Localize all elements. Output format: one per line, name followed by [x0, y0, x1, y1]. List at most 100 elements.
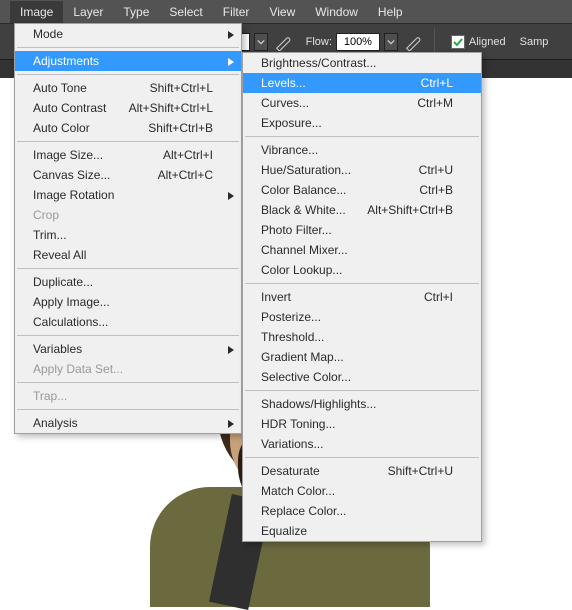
flow-label: Flow:	[306, 36, 332, 48]
adjustments-channel-mixer[interactable]: Channel Mixer...	[243, 240, 481, 260]
menu-item-label: Auto Tone	[33, 81, 87, 95]
menu-item-label: Selective Color...	[261, 370, 351, 384]
image-menu-separator	[17, 268, 239, 269]
image-menu-duplicate[interactable]: Duplicate...	[15, 272, 241, 292]
adjustments-color-balance[interactable]: Color Balance...Ctrl+B	[243, 180, 481, 200]
menu-item-label: Channel Mixer...	[261, 243, 348, 257]
image-menu-auto-tone[interactable]: Auto Tone Shift+Ctrl+L	[15, 78, 241, 98]
adjustments-black-white[interactable]: Black & White...Alt+Shift+Ctrl+B	[243, 200, 481, 220]
menu-item-label: Crop	[33, 208, 59, 222]
opacity-pressure-icon[interactable]	[272, 31, 294, 53]
adjustments-separator	[245, 136, 479, 137]
menu-item-label: Replace Color...	[261, 504, 346, 518]
menu-item-label: Mode	[33, 27, 63, 41]
image-menu-trap: Trap...	[15, 386, 241, 406]
menubar-item-help[interactable]: Help	[368, 1, 413, 23]
image-menu-calculations[interactable]: Calculations...	[15, 312, 241, 332]
menu-item-label: Variations...	[261, 437, 323, 451]
image-menu-auto-color[interactable]: Auto ColorShift+Ctrl+B	[15, 118, 241, 138]
menubar: ImageLayerTypeSelectFilterViewWindowHelp	[0, 0, 572, 23]
menu-item-label: Apply Data Set...	[33, 362, 123, 376]
image-menu-separator	[17, 74, 239, 75]
menu-item-label: Photo Filter...	[261, 223, 332, 237]
image-menu-separator	[17, 382, 239, 383]
adjustments-selective-color[interactable]: Selective Color...	[243, 367, 481, 387]
adjustments-hue-saturation[interactable]: Hue/Saturation...Ctrl+U	[243, 160, 481, 180]
submenu-arrow-icon	[227, 190, 235, 204]
menu-item-label: Color Balance...	[261, 183, 346, 197]
adjustments-photo-filter[interactable]: Photo Filter...	[243, 220, 481, 240]
menubar-item-view[interactable]: View	[259, 1, 305, 23]
adjustments-levels[interactable]: Levels...Ctrl+L	[243, 73, 481, 93]
adjustments-desaturate[interactable]: DesaturateShift+Ctrl+U	[243, 461, 481, 481]
menu-item-label: Duplicate...	[33, 275, 93, 289]
image-menu-canvas-size[interactable]: Canvas Size... Alt+Ctrl+C	[15, 165, 241, 185]
image-menu-reveal-all[interactable]: Reveal All	[15, 245, 241, 265]
image-menu-apply-image[interactable]: Apply Image...	[15, 292, 241, 312]
menubar-item-type[interactable]: Type	[113, 1, 159, 23]
image-menu-separator	[17, 47, 239, 48]
menu-item-label: Variables	[33, 342, 82, 356]
adjustments-color-lookup[interactable]: Color Lookup...	[243, 260, 481, 280]
adjustments-separator	[245, 457, 479, 458]
adjustments-shadows-highlights[interactable]: Shadows/Highlights...	[243, 394, 481, 414]
image-menu-image-size[interactable]: Image Size...Alt+Ctrl+I	[15, 145, 241, 165]
image-menu-adjustments[interactable]: Adjustments	[15, 51, 241, 71]
menubar-item-window[interactable]: Window	[305, 1, 368, 23]
flow-dropdown-icon[interactable]	[384, 33, 398, 51]
menubar-item-layer[interactable]: Layer	[63, 1, 113, 23]
menubar-item-image[interactable]: Image	[10, 1, 63, 23]
menu-item-label: Brightness/Contrast...	[261, 56, 376, 70]
menu-item-shortcut: Shift+Ctrl+B	[148, 121, 213, 135]
menubar-item-select[interactable]: Select	[159, 1, 212, 23]
menu-item-label: Trap...	[33, 389, 67, 403]
adjustments-curves[interactable]: Curves...Ctrl+M	[243, 93, 481, 113]
menu-item-label: Apply Image...	[33, 295, 110, 309]
menu-item-shortcut: Shift+Ctrl+L	[150, 81, 213, 95]
adjustments-equalize[interactable]: Equalize	[243, 521, 481, 541]
adjustments-posterize[interactable]: Posterize...	[243, 307, 481, 327]
adjustments-invert[interactable]: InvertCtrl+I	[243, 287, 481, 307]
opacity-dropdown-icon[interactable]	[254, 33, 268, 51]
adjustments-exposure[interactable]: Exposure...	[243, 113, 481, 133]
menu-item-label: Gradient Map...	[261, 350, 344, 364]
menu-item-label: Canvas Size...	[33, 168, 110, 182]
menu-item-label: Threshold...	[261, 330, 324, 344]
menu-item-label: Match Color...	[261, 484, 335, 498]
menu-item-shortcut: Ctrl+I	[424, 290, 453, 304]
image-menu-separator	[17, 141, 239, 142]
airbrush-icon[interactable]	[402, 31, 424, 53]
adjustments-brightness-contrast[interactable]: Brightness/Contrast...	[243, 53, 481, 73]
aligned-checkbox[interactable]	[451, 35, 465, 49]
adjustments-replace-color[interactable]: Replace Color...	[243, 501, 481, 521]
menu-item-shortcut: Ctrl+L	[421, 76, 453, 90]
adjustments-vibrance[interactable]: Vibrance...	[243, 140, 481, 160]
image-menu-separator	[17, 335, 239, 336]
menu-item-shortcut: Alt+Shift+Ctrl+B	[367, 203, 453, 217]
adjustments-gradient-map[interactable]: Gradient Map...	[243, 347, 481, 367]
image-menu-apply-data-set: Apply Data Set...	[15, 359, 241, 379]
menu-item-label: Exposure...	[261, 116, 322, 130]
image-menu-image-rotation[interactable]: Image Rotation	[15, 185, 241, 205]
adjustments-variations[interactable]: Variations...	[243, 434, 481, 454]
menubar-item-filter[interactable]: Filter	[213, 1, 260, 23]
adjustments-match-color[interactable]: Match Color...	[243, 481, 481, 501]
image-menu-auto-contrast[interactable]: Auto ContrastAlt+Shift+Ctrl+L	[15, 98, 241, 118]
menu-item-label: Adjustments	[33, 54, 99, 68]
menu-item-label: Desaturate	[261, 464, 320, 478]
sample-label-fragment: Samp	[520, 36, 549, 48]
menu-item-shortcut: Ctrl+M	[417, 96, 453, 110]
menu-item-label: HDR Toning...	[261, 417, 335, 431]
adjustments-hdr-toning[interactable]: HDR Toning...	[243, 414, 481, 434]
image-menu-separator	[17, 409, 239, 410]
adjustments-threshold[interactable]: Threshold...	[243, 327, 481, 347]
submenu-arrow-icon	[227, 29, 235, 43]
image-menu-variables[interactable]: Variables	[15, 339, 241, 359]
flow-input[interactable]	[336, 33, 380, 51]
menu-item-shortcut: Alt+Ctrl+C	[158, 168, 213, 182]
image-menu-analysis[interactable]: Analysis	[15, 413, 241, 433]
image-menu-trim[interactable]: Trim...	[15, 225, 241, 245]
image-menu-mode[interactable]: Mode	[15, 24, 241, 44]
menu-item-label: Analysis	[33, 416, 78, 430]
menu-item-shortcut: Alt+Ctrl+I	[163, 148, 213, 162]
